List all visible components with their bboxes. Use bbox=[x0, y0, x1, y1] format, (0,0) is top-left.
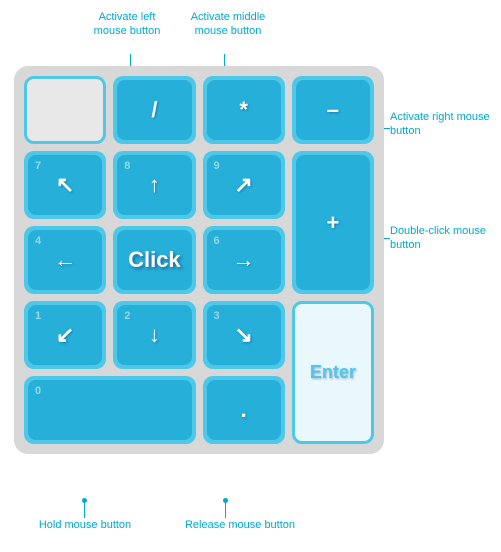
key-six[interactable]: 6 bbox=[203, 226, 285, 294]
key-one[interactable]: 1 bbox=[24, 301, 106, 369]
key-seven[interactable]: 7 bbox=[24, 151, 106, 219]
key-three[interactable]: 3 bbox=[203, 301, 285, 369]
key-minus[interactable]: – bbox=[292, 76, 374, 144]
key-four[interactable]: 4 bbox=[24, 226, 106, 294]
key-two[interactable]: 2 bbox=[113, 301, 195, 369]
key-zero[interactable]: 0 bbox=[24, 376, 196, 444]
annotation-hold-mouse: Hold mouse button bbox=[20, 518, 150, 532]
key-divide[interactable]: / bbox=[113, 76, 195, 144]
annotation-double-click: Double-click mouse button bbox=[390, 224, 500, 253]
key-five-click[interactable]: Click bbox=[113, 226, 195, 294]
annotation-activate-left: Activate left mouse button bbox=[82, 10, 172, 39]
numpad: / * – 7 8 9 + bbox=[14, 66, 384, 454]
key-eight[interactable]: 8 bbox=[113, 151, 195, 219]
dot-release-mouse bbox=[223, 498, 228, 503]
key-nine[interactable]: 9 bbox=[203, 151, 285, 219]
key-plus[interactable]: + bbox=[292, 151, 374, 294]
key-enter[interactable]: Enter bbox=[292, 301, 374, 444]
annotation-activate-middle: Activate middle mouse button bbox=[183, 10, 273, 39]
dot-hold-mouse bbox=[82, 498, 87, 503]
key-multiply[interactable]: * bbox=[203, 76, 285, 144]
key-empty[interactable] bbox=[24, 76, 106, 144]
key-decimal[interactable]: . bbox=[203, 376, 285, 444]
annotation-release-mouse: Release mouse button bbox=[170, 518, 310, 532]
annotation-activate-right: Activate right mouse button bbox=[390, 110, 500, 139]
